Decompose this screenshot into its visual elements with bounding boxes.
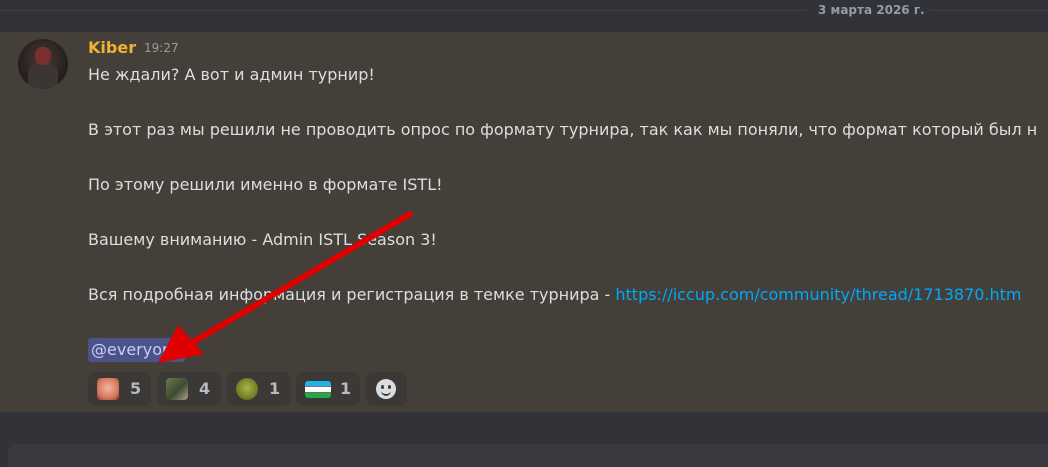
smiley-add-reaction-icon — [376, 379, 396, 399]
username[interactable]: Kiber — [88, 38, 136, 57]
message-line: Вашему вниманию - Admin ISTL Season 3! — [88, 230, 437, 249]
soldier-gun-emoji — [166, 378, 188, 400]
reaction-count: 1 — [340, 379, 352, 398]
date-divider: 3 марта 2026 г. — [0, 0, 1048, 22]
message-line-with-link: Вся подробная информация и регистрация в… — [88, 285, 1022, 304]
date-label: 3 марта 2026 г. — [818, 3, 925, 17]
divider-line-right — [930, 10, 1048, 11]
message-line-text: Вся подробная информация и регистрация в… — [88, 285, 616, 304]
thread-link[interactable]: https://iccup.com/community/thread/17138… — [615, 285, 1021, 304]
reaction-count: 5 — [130, 379, 142, 398]
message-line: По этому решили именно в формате ISTL! — [88, 175, 443, 194]
crying-face-emoji — [97, 378, 119, 400]
divider-line-left — [0, 10, 806, 11]
uzbekistan-flag-emoji — [305, 381, 331, 398]
avatar-figure-head — [35, 47, 51, 65]
mention-everyone[interactable]: @everyone — [88, 338, 185, 362]
reaction-shrek[interactable]: 1 — [227, 372, 291, 406]
avatar-figure-body — [28, 63, 58, 89]
message-line: В этот раз мы решили не проводить опрос … — [88, 120, 1038, 139]
message-line: Не ждали? А вот и админ турнир! — [88, 65, 375, 84]
smiley-mouth — [381, 389, 391, 396]
reaction-soldier-gun[interactable]: 4 — [157, 372, 221, 406]
message-composer[interactable] — [8, 444, 1048, 467]
reaction-count: 1 — [269, 379, 281, 398]
add-reaction-button[interactable] — [366, 372, 407, 406]
avatar[interactable] — [18, 39, 68, 89]
message[interactable]: Kiber 19:27 Не ждали? А вот и админ турн… — [0, 32, 1048, 412]
reaction-count: 4 — [199, 379, 211, 398]
timestamp[interactable]: 19:27 — [144, 41, 179, 55]
reaction-crying-face[interactable]: 5 — [88, 372, 151, 406]
shrek-emoji — [236, 378, 258, 400]
reaction-uzbekistan-flag[interactable]: 1 — [296, 372, 360, 406]
